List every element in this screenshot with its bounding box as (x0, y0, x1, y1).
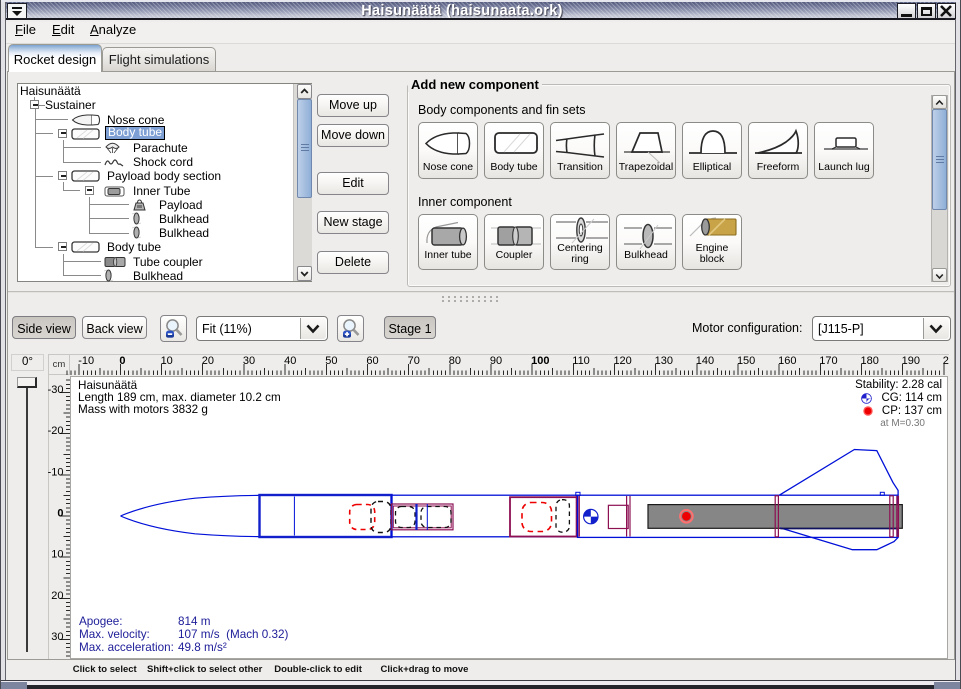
svg-text:30: 30 (51, 631, 63, 643)
svg-text:30: 30 (243, 355, 255, 367)
svg-text:50: 50 (325, 355, 337, 367)
svg-text:190: 190 (902, 355, 920, 367)
svg-text:-10: -10 (48, 466, 64, 478)
svg-text:10: 10 (51, 549, 63, 561)
svg-text:10: 10 (161, 355, 173, 367)
svg-text:100: 100 (531, 355, 549, 367)
svg-text:130: 130 (655, 355, 673, 367)
svg-text:80: 80 (449, 355, 461, 367)
svg-text:70: 70 (408, 355, 420, 367)
svg-text:200: 200 (943, 355, 949, 367)
svg-text:140: 140 (696, 355, 714, 367)
svg-text:90: 90 (490, 355, 502, 367)
svg-text:180: 180 (860, 355, 878, 367)
svg-text:120: 120 (613, 355, 631, 367)
svg-text:160: 160 (778, 355, 796, 367)
svg-text:20: 20 (51, 590, 63, 602)
svg-text:-20: -20 (48, 425, 64, 437)
svg-text:0: 0 (57, 508, 63, 520)
svg-text:0: 0 (119, 355, 125, 367)
svg-text:-30: -30 (48, 384, 64, 396)
svg-text:150: 150 (737, 355, 755, 367)
svg-text:20: 20 (202, 355, 214, 367)
svg-text:40: 40 (284, 355, 296, 367)
svg-text:170: 170 (819, 355, 837, 367)
svg-text:60: 60 (366, 355, 378, 367)
svg-text:-10: -10 (78, 355, 94, 367)
svg-text:110: 110 (572, 355, 590, 367)
